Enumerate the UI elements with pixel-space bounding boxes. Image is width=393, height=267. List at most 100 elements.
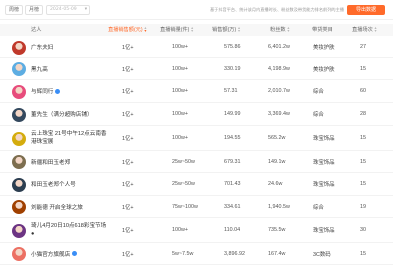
cell-amount: 575.86 xyxy=(224,44,241,50)
talent-name[interactable]: 小猫官方旗舰店 xyxy=(31,243,78,264)
cell-sales: 1亿+ xyxy=(122,182,134,188)
talent-name[interactable]: 云上珠宝 21号中午12点云南香 港珠宝展 xyxy=(31,126,107,150)
cell-sales: 1亿+ xyxy=(122,89,134,95)
avatar[interactable] xyxy=(12,84,26,99)
table-row[interactable]: 琦儿4月20日10点618彩宝节场 ● 1亿+ 100w+ 110.04 735.5w 珠宝… xyxy=(0,218,393,243)
table-row[interactable]: 广东夫妇 1亿+ 100w+ 575.86 6,401.2w 美妆护肤 27 xyxy=(0,37,393,58)
talent-name-line: 小猫官方旗舰店 xyxy=(31,251,71,258)
date-picker[interactable]: 2024-05-09 ▾ xyxy=(46,5,90,15)
col-amount[interactable]: 销售额(万)▲ ▼ xyxy=(212,24,241,36)
talent-name-line: 黑九高 xyxy=(31,66,48,73)
talent-name[interactable]: 琦儿4月20日10点618彩宝节场 ● xyxy=(31,218,106,242)
ranking-note: 基于抖音平台、统计该月内直播时长、粉丝数及带货能力排名前列的主播 xyxy=(209,7,344,12)
cell-sales: 1亿+ xyxy=(122,228,134,234)
table-row[interactable]: 云上珠宝 21号中午12点云南香 港珠宝展 1亿+ 100w+ 194.55 565.2w… xyxy=(0,126,393,151)
talent-name-line: 云上珠宝 21号中午12点云南香 xyxy=(31,131,107,137)
cell-sessions: 15 xyxy=(360,181,366,187)
cell-fans: 24.6w xyxy=(268,181,283,187)
cell-sessions: 28 xyxy=(360,111,366,117)
avatar[interactable] xyxy=(12,177,26,192)
cell-sessions: 15 xyxy=(360,158,366,165)
table-row[interactable]: 新疆和田玉老郑 1亿+ 25w~50w 679.31 149.1w 珠宝饰品 15 xyxy=(0,151,393,173)
col-live-volume[interactable]: 直播销量(件)▲ ▼ xyxy=(160,24,194,36)
avatar[interactable] xyxy=(12,247,26,261)
talent-name[interactable]: 新疆和田玉老郑 xyxy=(31,151,70,172)
sort-icon[interactable]: ▲ ▼ xyxy=(237,26,241,33)
cell-sessions: 30 xyxy=(360,227,366,233)
col-live-sales-label: 直播销售额(元) xyxy=(108,27,143,33)
avatar[interactable] xyxy=(12,155,26,169)
cell-category: 美妆护肤 xyxy=(313,45,335,51)
cell-category: 3C数码 xyxy=(313,251,331,258)
cell-volume: 75w~100w xyxy=(172,203,198,210)
talent-name-line: 与辉同行 xyxy=(31,89,54,95)
table-row[interactable]: 和田玉老郑个人号 1亿+ 25w~50w 701.43 24.6w 珠宝饰品 15 xyxy=(0,173,393,196)
cell-volume: 100w+ xyxy=(172,111,189,117)
cell-category: 珠宝饰品 xyxy=(313,136,335,142)
cell-volume: 100w+ xyxy=(172,88,189,94)
cell-volume: 100w+ xyxy=(172,44,189,50)
cell-volume: 100w+ xyxy=(172,65,189,72)
avatar[interactable] xyxy=(12,200,26,214)
cell-sessions: 15 xyxy=(360,65,366,72)
cell-sales: 1亿+ xyxy=(122,112,134,118)
avatar[interactable] xyxy=(12,131,26,146)
avatar[interactable] xyxy=(12,40,26,55)
cell-fans: 4,198.9w xyxy=(268,65,290,72)
col-live-sales[interactable]: 直播销售额(元)▲ ▼ xyxy=(108,24,148,36)
cell-category: 珠宝饰品 xyxy=(313,228,335,234)
cell-sessions: 60 xyxy=(360,88,366,94)
col-talent: 达人 xyxy=(31,27,42,33)
cell-category: 美妆护肤 xyxy=(313,66,335,73)
cell-sales: 1亿+ xyxy=(122,45,134,51)
cell-volume: 25w~50w xyxy=(172,158,195,165)
cell-sales: 1亿+ xyxy=(122,136,134,142)
cell-sessions: 15 xyxy=(360,250,366,257)
cell-category: 综合 xyxy=(313,112,324,118)
cell-fans: 565.2w xyxy=(268,135,286,141)
export-button[interactable]: 导出数据 xyxy=(347,5,385,15)
sort-icon[interactable]: ▲ ▼ xyxy=(287,26,291,33)
sort-icon[interactable]: ▲ ▼ xyxy=(144,26,148,33)
cell-amount: 149.99 xyxy=(224,111,241,117)
avatar[interactable] xyxy=(12,107,26,122)
cell-fans: 2,010.7w xyxy=(268,88,290,94)
chevron-down-icon: ▾ xyxy=(84,7,87,12)
talent-name[interactable]: 和田玉老郑个人号 xyxy=(31,173,76,195)
talent-name-line: 刘能德 开启全球之旅 xyxy=(31,204,83,211)
cell-sessions: 19 xyxy=(360,203,366,210)
cell-amount: 3,896.92 xyxy=(224,250,245,257)
talent-name[interactable]: 与辉同行 xyxy=(31,80,61,102)
cell-fans: 735.5w xyxy=(268,227,286,233)
sort-icon[interactable]: ▲ ▼ xyxy=(190,26,194,33)
avatar[interactable] xyxy=(12,62,26,76)
talent-name[interactable]: 刘能德 开启全球之旅 xyxy=(31,196,83,217)
sort-icon[interactable]: ▲ ▼ xyxy=(374,26,378,33)
cell-fans: 6,401.2w xyxy=(268,44,290,50)
cell-volume: 100w+ xyxy=(172,227,189,233)
table-row[interactable]: 黑九高 1亿+ 100w+ 330.19 4,198.9w 美妆护肤 15 xyxy=(0,58,393,80)
cell-category: 珠宝饰品 xyxy=(313,182,335,188)
col-fans[interactable]: 粉丝数▲ ▼ xyxy=(270,24,291,36)
col-live-volume-label: 直播销量(件) xyxy=(160,27,190,33)
avatar[interactable] xyxy=(12,223,26,238)
talent-name[interactable]: 董先生（满分超购店铺） xyxy=(31,103,93,125)
table-row[interactable]: 董先生（满分超购店铺） 1亿+ 100w+ 149.99 3,369.4w 综合 28 xyxy=(0,103,393,126)
table-row[interactable]: 与辉同行 1亿+ 100w+ 57.31 2,010.7w 综合 60 xyxy=(0,80,393,103)
cell-fans: 167.4w xyxy=(268,250,286,257)
talent-name-line: 和田玉老郑个人号 xyxy=(31,182,76,188)
month-rank-button[interactable]: 月榜 xyxy=(25,5,43,15)
table-row[interactable]: 小猫官方旗舰店 1亿+ 5w~7.5w 3,896.92 167.4w 3C数码 15 xyxy=(0,243,393,265)
verified-icon xyxy=(72,251,78,256)
cell-fans: 1,940.5w xyxy=(268,203,290,210)
talent-name-line: 新疆和田玉老郑 xyxy=(31,159,71,166)
talent-name[interactable]: 黑九高 xyxy=(31,58,48,79)
cell-amount: 194.55 xyxy=(224,135,241,141)
cell-sales: 1亿+ xyxy=(122,159,134,166)
talent-name-line: ● xyxy=(31,231,35,237)
cell-fans: 3,369.4w xyxy=(268,111,290,117)
week-rank-button[interactable]: 周榜 xyxy=(5,5,23,15)
table-row[interactable]: 刘能德 开启全球之旅 1亿+ 75w~100w 334.61 1,940.5w 综合 19 xyxy=(0,196,393,218)
col-sessions[interactable]: 直播场次▲ ▼ xyxy=(352,24,378,36)
talent-name[interactable]: 广东夫妇 xyxy=(31,37,53,57)
